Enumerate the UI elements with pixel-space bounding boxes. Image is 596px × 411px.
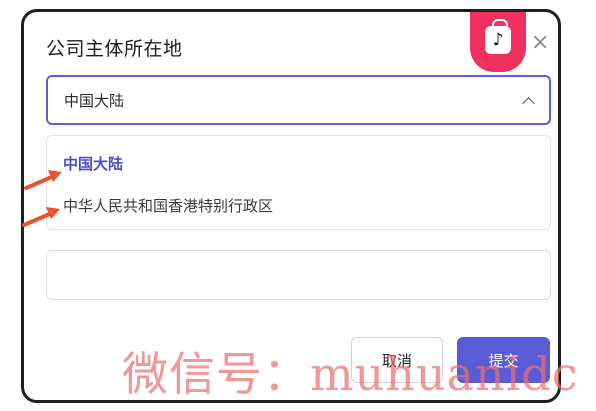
annotation-arrows — [22, 170, 62, 227]
arrow-icon-2 — [22, 207, 60, 227]
arrow-icon-1 — [24, 170, 62, 190]
